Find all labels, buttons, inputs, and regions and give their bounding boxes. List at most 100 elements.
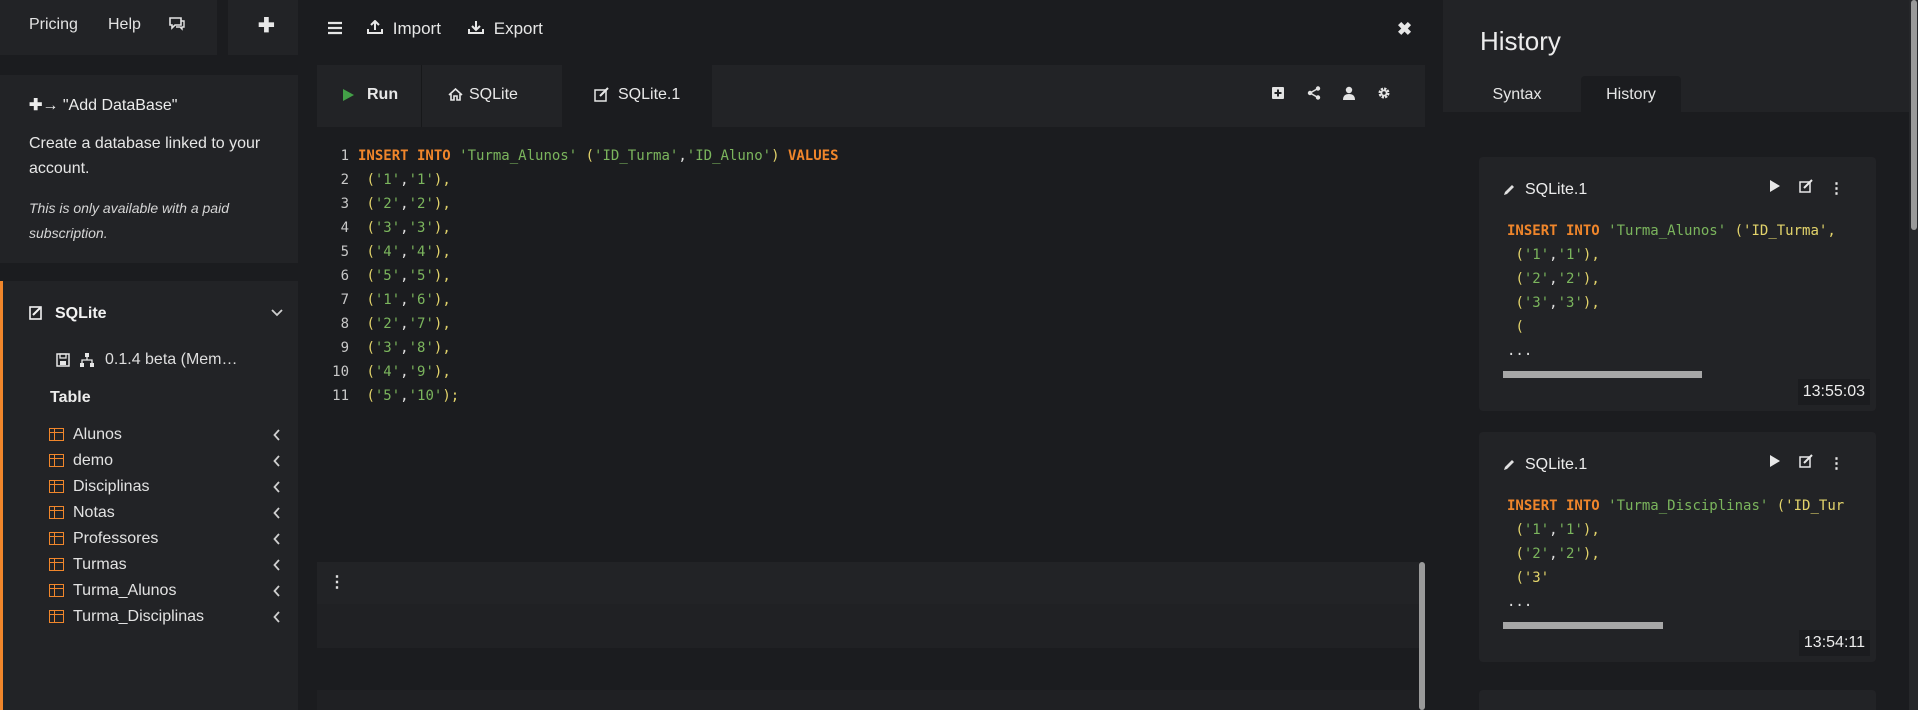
sql-punct: , xyxy=(678,148,687,164)
run-label: Run xyxy=(367,86,399,103)
pricing-link[interactable]: Pricing xyxy=(29,16,78,34)
sql-string: '1' xyxy=(1557,247,1583,263)
share-icon[interactable] xyxy=(1307,86,1321,104)
code-text: INSERT INTO 'Turma_Alunos' ('ID_Turma','… xyxy=(358,148,839,164)
sql-string: '5' xyxy=(374,268,401,284)
sql-keyword: VALUES xyxy=(787,148,839,164)
sql-keyword: INSERT INTO xyxy=(1507,223,1600,239)
sidebar-item-table[interactable]: Turma_Alunos xyxy=(49,580,289,604)
gear-icon[interactable] xyxy=(1377,86,1391,104)
schema-icon[interactable] xyxy=(79,352,95,373)
line-number: 5 xyxy=(340,244,349,260)
code-text: ('5','10'); xyxy=(366,388,460,404)
sql-string: 'Turma_Disciplinas' xyxy=(1608,498,1769,514)
code-line: ('3','3'), xyxy=(1515,295,1600,311)
sidebar-item-table[interactable]: Disciplinas xyxy=(49,476,289,500)
sidebar-item-table[interactable]: Notas xyxy=(49,502,289,526)
ellipsis: ... xyxy=(1507,343,1533,359)
sql-string: '7' xyxy=(408,316,434,332)
play-icon[interactable] xyxy=(1769,179,1781,197)
results-footer xyxy=(317,690,1419,710)
sql-string: '2' xyxy=(374,196,401,212)
new-tab-icon[interactable] xyxy=(1271,86,1285,104)
save-icon[interactable] xyxy=(56,353,70,372)
tab-syntax[interactable]: Syntax xyxy=(1467,76,1567,112)
tab-history-label: History xyxy=(1606,86,1656,103)
code-text: ('1','1'), xyxy=(366,172,451,188)
run-button[interactable]: Run xyxy=(317,65,422,127)
sql-string: '3' xyxy=(374,340,401,356)
user-icon[interactable] xyxy=(1343,86,1355,104)
close-icon[interactable]: ✖ xyxy=(1397,19,1412,40)
chevron-left-icon[interactable] xyxy=(273,506,281,524)
sql-string: '2' xyxy=(1557,546,1583,562)
code-line: INSERT INTO 'Turma_Disciplinas' ('ID_Tur xyxy=(1507,498,1844,522)
sidebar-item-table[interactable]: Professores xyxy=(49,528,289,552)
table-icon xyxy=(49,428,64,441)
hamburger-menu-icon[interactable] xyxy=(327,20,343,40)
help-link[interactable]: Help xyxy=(108,16,141,34)
sidebar-item-table[interactable]: Turmas xyxy=(49,554,289,578)
edit-icon[interactable] xyxy=(1799,454,1814,472)
chevron-left-icon[interactable] xyxy=(273,532,281,550)
export-button[interactable]: Export xyxy=(468,19,543,39)
sidebar-item-table[interactable]: Turma_Disciplinas xyxy=(49,606,289,630)
chevron-left-icon[interactable] xyxy=(273,454,281,472)
chevron-down-icon[interactable] xyxy=(271,304,283,320)
kebab-menu-icon[interactable]: ⋮ xyxy=(1829,179,1844,197)
tab-syntax-label: Syntax xyxy=(1492,86,1542,103)
sql-punct: ), xyxy=(433,172,451,188)
sidebar-item-table[interactable]: demo xyxy=(49,450,289,474)
sql-punct: ), xyxy=(433,316,451,332)
database-panel: SQLite 0.1.4 beta (Mem… Table Alunos demo… xyxy=(0,281,298,710)
history-card-scrollbar[interactable] xyxy=(1503,622,1663,629)
tab-sqlite1[interactable]: SQLite.1 xyxy=(562,65,712,127)
chat-icon[interactable] xyxy=(168,15,186,36)
history-scrollbar[interactable] xyxy=(1911,0,1917,230)
plus-icon: ✚ xyxy=(258,15,275,37)
results-toolbar: ⋮ xyxy=(317,562,1419,604)
history-card: SQLite.1 ⋮ INSERT INTO 'Turma_Disciplinas'… xyxy=(1479,432,1876,662)
upload-icon xyxy=(367,19,383,38)
sql-punct: ), xyxy=(433,220,451,236)
code-line: ('1','1'), xyxy=(1515,247,1600,263)
sql-keyword: INSERT INTO xyxy=(358,148,451,164)
add-database-description: Create a database linked to your account… xyxy=(29,135,261,177)
tab-sqlite[interactable]: SQLite xyxy=(422,65,562,127)
code-text: ('3','8'), xyxy=(366,340,451,356)
table-name: Alunos xyxy=(73,426,122,443)
line-number: 2 xyxy=(340,172,349,188)
sql-tail: ( xyxy=(1515,319,1524,335)
sql-string: '9' xyxy=(408,364,434,380)
tab-history[interactable]: History xyxy=(1581,76,1681,112)
sql-string: '2' xyxy=(374,316,401,332)
chevron-left-icon[interactable] xyxy=(273,558,281,576)
chevron-left-icon[interactable] xyxy=(273,584,281,602)
kebab-menu-icon[interactable]: ⋮ xyxy=(329,572,345,592)
table-name: Notas xyxy=(73,504,115,521)
history-card-code: INSERT INTO 'Turma_Disciplinas' ('ID_Tur… xyxy=(1507,498,1844,618)
code-text: ('4','4'), xyxy=(366,244,451,260)
chevron-left-icon[interactable] xyxy=(273,428,281,446)
add-database-panel: ✚→ "Add DataBase" Create a database link… xyxy=(0,75,298,263)
sidebar-item-table[interactable]: Alunos xyxy=(49,424,289,448)
sql-string: '1' xyxy=(374,292,401,308)
history-card-scrollbar[interactable] xyxy=(1503,371,1702,378)
edit-icon[interactable] xyxy=(1799,179,1814,197)
database-name[interactable]: SQLite xyxy=(55,305,107,323)
subscription-note: This is only available with a paid subsc… xyxy=(29,200,229,241)
sql-editor[interactable]: 1 INSERT INTO 'Turma_Alunos' ('ID_Turma',… xyxy=(317,127,1425,540)
play-icon[interactable] xyxy=(1769,454,1781,472)
database-version: 0.1.4 beta (Mem… xyxy=(105,351,238,368)
results-scrollbar[interactable] xyxy=(1419,562,1425,710)
chevron-left-icon[interactable] xyxy=(273,480,281,498)
table-name: Professores xyxy=(73,530,159,547)
chevron-left-icon[interactable] xyxy=(273,610,281,628)
import-button[interactable]: Import xyxy=(367,19,441,39)
home-icon xyxy=(448,87,463,106)
add-database-button[interactable]: ✚ xyxy=(228,0,298,55)
ellipsis: ... xyxy=(1507,594,1533,610)
sql-punct: ), xyxy=(433,364,451,380)
kebab-menu-icon[interactable]: ⋮ xyxy=(1829,454,1844,472)
sql-string: '8' xyxy=(408,340,434,356)
